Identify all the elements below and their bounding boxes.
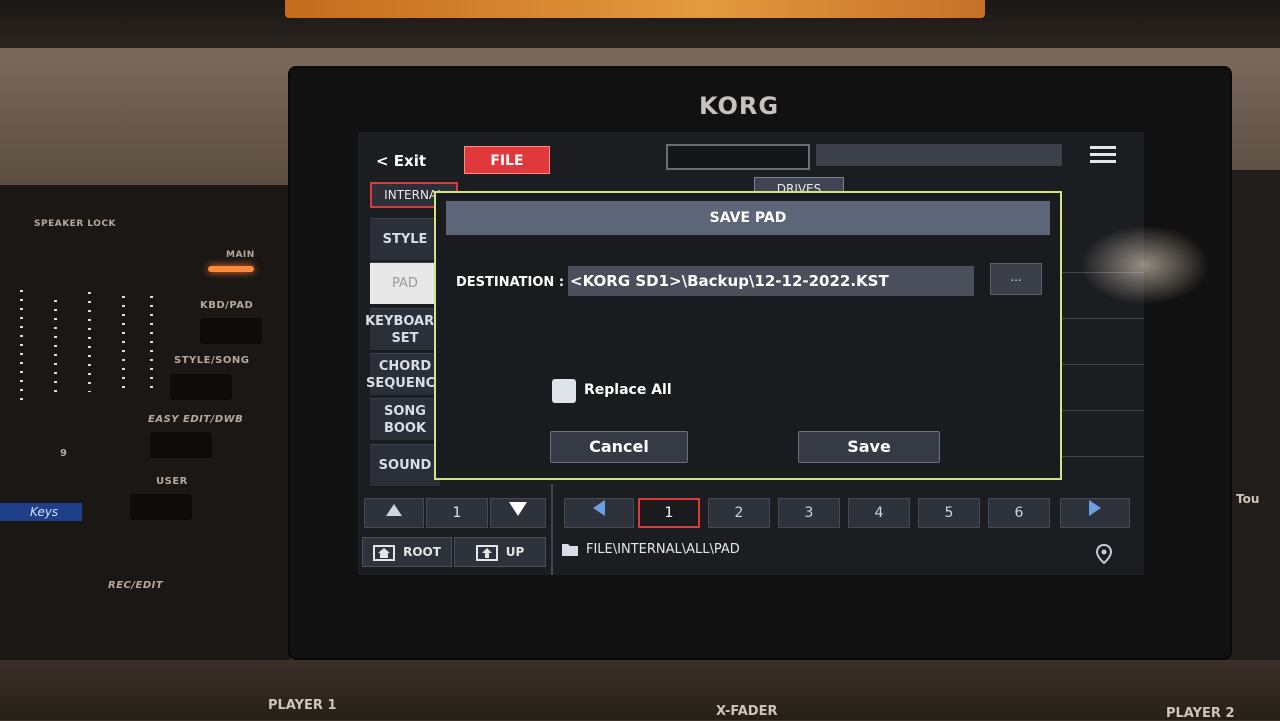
- easy-edit-label: EASY EDIT/DWB: [148, 414, 244, 425]
- folder-icon: [562, 544, 578, 556]
- path-breadcrumb: FILE\INTERNAL\ALL\PAD: [562, 542, 740, 557]
- exit-button[interactable]: < Exit: [376, 152, 426, 170]
- up-button[interactable]: UP: [454, 537, 546, 567]
- sidebar-item-sound[interactable]: SOUND: [370, 444, 440, 486]
- triangle-down-icon: [509, 502, 527, 516]
- speaker-lock-label: SPEAKER LOCK: [34, 219, 117, 229]
- fader-slider[interactable]: [88, 292, 91, 392]
- fader-slider[interactable]: [150, 296, 153, 391]
- list-row-divider: [1058, 364, 1144, 365]
- page-button-6[interactable]: 6: [988, 498, 1050, 528]
- bottom-control-strip: [0, 660, 1280, 720]
- player2-label: PLAYER 2: [1166, 706, 1235, 721]
- triangle-right-icon: [1089, 500, 1101, 516]
- destination-label: DESTINATION :: [456, 275, 565, 290]
- sidebar-item-keyboard-set[interactable]: KEYBOARD SET: [365, 308, 445, 350]
- list-row-divider: [1058, 318, 1144, 319]
- main-led: [208, 266, 254, 272]
- root-button[interactable]: ROOT: [362, 537, 452, 567]
- replace-all-label: Replace All: [584, 382, 672, 398]
- touch-label: Tou: [1236, 492, 1260, 506]
- easy-edit-button[interactable]: [150, 432, 212, 458]
- page-button-2[interactable]: 2: [708, 498, 770, 528]
- kbd-pad-button[interactable]: [200, 318, 262, 344]
- sidebar-item-song-book[interactable]: SONG BOOK: [370, 398, 440, 440]
- player1-label: PLAYER 1: [268, 698, 337, 713]
- kbd-pad-label: KBD/PAD: [200, 300, 254, 311]
- fader-slider[interactable]: [54, 300, 57, 395]
- info-bar: [816, 144, 1062, 166]
- screen-glare: [1080, 225, 1210, 305]
- folder-up-icon: [475, 545, 498, 561]
- page-button-5[interactable]: 5: [918, 498, 980, 528]
- keys-display: Keys: [0, 503, 82, 521]
- path-text: FILE\INTERNAL\ALL\PAD: [586, 542, 740, 557]
- main-label: MAIN: [226, 250, 255, 260]
- next-page-button[interactable]: [1060, 498, 1130, 528]
- page-button-4[interactable]: 4: [848, 498, 910, 528]
- list-row-divider: [1058, 410, 1144, 411]
- scroll-up-button[interactable]: [364, 498, 424, 528]
- dialog-title: SAVE PAD: [446, 201, 1050, 235]
- list-row-divider: [1058, 456, 1144, 457]
- replace-all-checkbox[interactable]: [552, 379, 576, 403]
- rec-edit-label: REC/EDIT: [108, 580, 164, 591]
- browse-button[interactable]: ...: [990, 263, 1042, 295]
- save-pad-dialog: SAVE PAD DESTINATION : <KORG SD1>\Backup…: [434, 191, 1062, 480]
- location-pin-icon[interactable]: [1096, 544, 1112, 564]
- page-button-1[interactable]: 1: [638, 498, 700, 528]
- brand-logo: KORG: [698, 92, 780, 120]
- up-label: UP: [505, 545, 525, 559]
- triangle-left-icon: [593, 500, 605, 516]
- bottom-divider: [551, 484, 553, 575]
- sidebar-item-pad[interactable]: PAD: [370, 262, 440, 304]
- fader-slider[interactable]: [20, 290, 23, 400]
- sidebar-item-chord-sequence[interactable]: CHORD SEQUENCE: [366, 353, 444, 395]
- sidebar-item-style[interactable]: STYLE: [370, 218, 440, 260]
- destination-field[interactable]: <KORG SD1>\Backup\12-12-2022.KST: [568, 266, 974, 296]
- save-button[interactable]: Save: [798, 431, 940, 463]
- name-field[interactable]: [666, 144, 810, 170]
- triangle-up-icon: [386, 504, 402, 516]
- style-song-button[interactable]: [170, 374, 232, 400]
- orange-display-glow: [285, 0, 985, 18]
- style-song-label: STYLE/SONG: [174, 355, 250, 366]
- file-tab[interactable]: FILE: [464, 146, 550, 174]
- scroll-down-button[interactable]: [490, 498, 546, 528]
- root-label: ROOT: [403, 545, 441, 559]
- cancel-button[interactable]: Cancel: [550, 431, 688, 463]
- page-button-3[interactable]: 3: [778, 498, 840, 528]
- user-button[interactable]: [130, 494, 192, 520]
- number-9-label: 9: [60, 448, 68, 459]
- menu-icon[interactable]: [1090, 146, 1116, 164]
- fader-slider[interactable]: [122, 296, 125, 394]
- prev-page-button[interactable]: [564, 498, 634, 528]
- xfader-label: X-FADER: [716, 704, 778, 719]
- page-number-display: 1: [426, 498, 488, 528]
- user-label: USER: [156, 476, 188, 487]
- home-folder-icon: [373, 545, 396, 561]
